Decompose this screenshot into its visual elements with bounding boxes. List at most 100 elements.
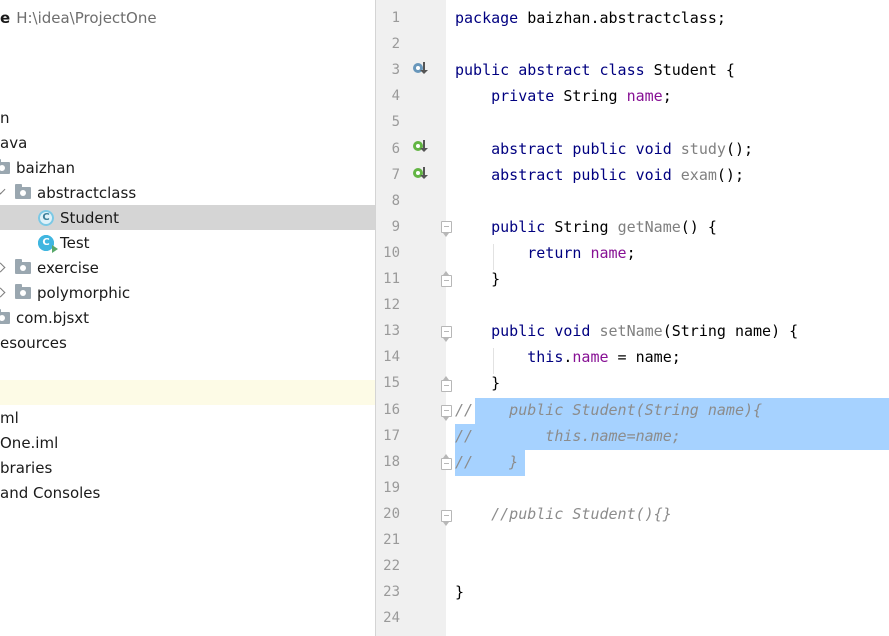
code-token: getName [617,217,681,236]
code-token: String [545,217,618,236]
tree-item-label: com.bjsxt [16,308,90,327]
tree-item-class-student[interactable]: C Student [0,205,375,230]
code-token: setName [599,322,663,341]
line-number[interactable]: 2 [376,31,400,57]
tree-item-scratches-consoles[interactable]: and Consoles [0,480,375,505]
line-number[interactable]: 9 [376,214,400,240]
code-line[interactable]: public String getName() { [455,214,717,240]
line-number[interactable]: 24 [376,605,400,631]
fold-marker-icon[interactable] [441,405,452,421]
code-line[interactable]: public void setName(String name) { [455,318,798,344]
tree-item-n[interactable]: n [0,105,375,130]
code-line[interactable]: return name; [455,240,635,266]
code-line[interactable]: this.name = name; [455,344,681,370]
code-line[interactable]: abstract public void study(); [455,136,753,162]
tree-item-java[interactable]: ava [0,130,375,155]
line-number[interactable]: 21 [376,527,400,553]
code-line[interactable]: } [455,579,464,605]
line-number[interactable]: 5 [376,109,400,135]
code-token: () { [680,217,717,236]
line-number[interactable]: 19 [376,475,400,501]
line-number[interactable]: 8 [376,188,400,214]
code-token: return [527,243,582,262]
chevron-right-icon[interactable] [0,287,6,298]
tree-root-name: e [0,8,11,27]
line-number[interactable]: 22 [376,553,400,579]
line-number[interactable]: 17 [376,423,400,449]
tree-item-class-test[interactable]: C Test [0,230,375,255]
code-token: ; [662,87,672,106]
tree-item-label: One.iml [0,433,59,452]
tree-item-label: esources [0,333,67,352]
implemented-method-icon[interactable] [413,167,428,181]
tree-item-label: ml [0,408,19,427]
tree-item-package-com-bjsxt[interactable]: com.bjsxt [0,305,375,330]
tree-item-resources[interactable]: esources [0,330,375,355]
fold-marker-icon[interactable] [441,376,452,392]
chevron-right-icon[interactable] [0,262,6,273]
tree-item-label: polymorphic [37,283,131,302]
code-token: abstract public void [491,139,672,158]
line-number[interactable]: 13 [376,318,400,344]
code-token: this [527,348,564,367]
fold-marker-icon[interactable] [441,326,452,342]
code-line[interactable]: // this.name=name; [455,423,681,449]
fold-marker-icon[interactable] [441,221,452,237]
code-line[interactable]: // public Student(String name){ [455,397,762,423]
code-token: public abstract class [455,61,645,80]
line-number[interactable]: 6 [376,136,400,162]
tree-item-package-baizhan[interactable]: baizhan [0,155,375,180]
code-token: //public Student(){} [455,504,672,523]
code-token: // public Student(String name){ [455,400,763,419]
tree-item-external-libraries[interactable]: braries [0,455,375,480]
code-line[interactable]: } [455,370,500,396]
line-number[interactable]: 20 [376,501,400,527]
line-number[interactable]: 23 [376,579,400,605]
line-number[interactable]: 10 [376,240,400,266]
code-line[interactable]: //public Student(){} [455,501,672,527]
code-token: } [455,374,501,393]
implemented-method-icon[interactable] [413,140,428,154]
line-number[interactable]: 3 [376,57,400,83]
tree-item-label: braries [0,458,53,477]
tree-item-label: Test [60,233,90,252]
tree-item-iml[interactable]: One.iml [0,430,375,455]
implemented-in-subclass-icon[interactable] [413,62,428,76]
line-number[interactable]: 14 [376,344,400,370]
chevron-down-icon[interactable] [0,184,6,195]
code-line[interactable]: public abstract class Student { [455,57,735,83]
line-number[interactable]: 7 [376,162,400,188]
tree-item-package-polymorphic[interactable]: polymorphic [0,280,375,305]
line-number[interactable]: 15 [376,370,400,396]
tree-item-package-abstractclass[interactable]: abstractclass [0,180,375,205]
fold-marker-icon[interactable] [441,271,452,287]
code-token: name [572,348,609,367]
fold-marker-icon[interactable] [441,454,452,470]
code-line[interactable]: abstract public void exam(); [455,162,744,188]
tree-root-row[interactable]: e H:\idea\ProjectOne [0,5,375,30]
line-number[interactable]: 1 [376,5,400,31]
code-token: abstract public void [491,165,672,184]
tree-item-xml[interactable]: ml [0,405,375,430]
code-line[interactable]: } [455,266,500,292]
fold-marker-icon[interactable] [441,510,452,526]
tree-item-package-exercise[interactable]: exercise [0,255,375,280]
code-line[interactable]: private String name; [455,83,672,109]
code-token: // this.name=name; [455,426,681,445]
line-number[interactable]: 18 [376,449,400,475]
tree-item-label: exercise [37,258,99,277]
code-line[interactable]: // } [455,449,518,475]
tree-empty-caret-row[interactable] [0,380,375,405]
line-number[interactable]: 4 [376,83,400,109]
line-number[interactable]: 16 [376,397,400,423]
line-number[interactable]: 12 [376,292,400,318]
code-token: package [455,9,519,27]
line-number[interactable]: 11 [376,266,400,292]
code-line[interactable]: package baizhan.abstractclass; [455,5,726,31]
